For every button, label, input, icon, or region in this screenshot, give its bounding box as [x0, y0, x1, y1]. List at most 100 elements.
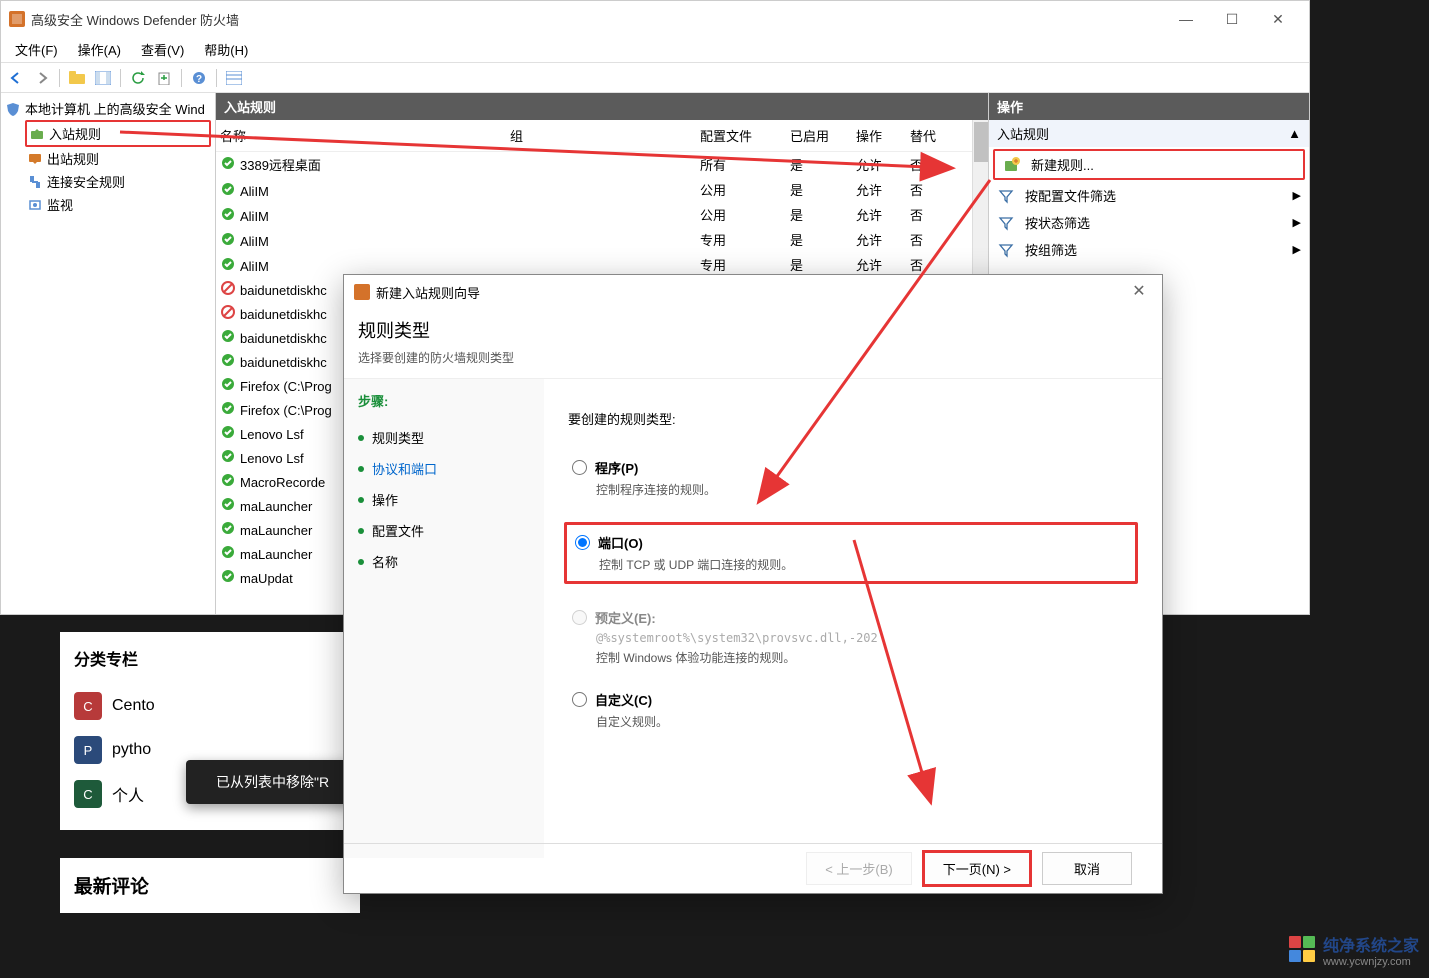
action-item-0[interactable]: 新建规则... — [993, 149, 1305, 180]
rule-name: maUpdat — [240, 571, 293, 586]
radio-desc: 控制 Windows 体验功能连接的规则。 — [596, 649, 1138, 666]
step-1[interactable]: 协议和端口 — [358, 453, 530, 484]
rule-name: AliIM — [240, 184, 269, 199]
tb-help-icon[interactable]: ? — [188, 67, 210, 89]
filter-icon — [997, 187, 1015, 205]
allow-icon — [220, 352, 236, 368]
shield-icon — [5, 101, 21, 117]
radio-label: 预定义(E): — [595, 608, 656, 627]
action-item-1[interactable]: 按配置文件筛选▶ — [989, 182, 1309, 209]
category-item[interactable]: CCento — [74, 684, 346, 728]
rule-name: baidunetdiskhc — [240, 307, 327, 322]
step-dot-icon — [358, 466, 364, 472]
allow-icon — [220, 206, 236, 222]
col-override[interactable]: 替代 — [910, 126, 958, 145]
tree-item-0[interactable]: 入站规则 — [25, 120, 211, 147]
collapse-icon[interactable]: ▲ — [1288, 126, 1301, 141]
rule-enabled: 是 — [790, 180, 856, 199]
col-name[interactable]: 名称 — [220, 126, 510, 145]
tree-item-1[interactable]: 出站规则 — [25, 147, 211, 170]
rule-name: AliIM — [240, 259, 269, 274]
tree-pane: 本地计算机 上的高级安全 Wind 入站规则出站规则连接安全规则监视 — [1, 93, 216, 614]
tree-root-item[interactable]: 本地计算机 上的高级安全 Wind — [5, 97, 211, 120]
tree-item-3[interactable]: 监视 — [25, 193, 211, 216]
rules-columns-header: 名称 组 配置文件 已启用 操作 替代 — [216, 120, 972, 152]
tb-panes-icon[interactable] — [92, 67, 114, 89]
actions-section-label: 入站规则 — [997, 124, 1049, 143]
block-icon — [220, 280, 236, 296]
tree-icon — [27, 151, 43, 167]
allow-icon — [220, 424, 236, 440]
rule-name: maLauncher — [240, 523, 312, 538]
radio-option-port[interactable]: 端口(O)控制 TCP 或 UDP 端口连接的规则。 — [564, 522, 1138, 584]
radio-option-program[interactable]: 程序(P)控制程序连接的规则。 — [572, 458, 1138, 498]
col-action[interactable]: 操作 — [856, 126, 910, 145]
rule-name: maLauncher — [240, 499, 312, 514]
tb-folder-icon[interactable] — [66, 67, 88, 89]
step-3[interactable]: 配置文件 — [358, 515, 530, 546]
menu-view[interactable]: 查看(V) — [131, 37, 194, 62]
tree-icon — [27, 197, 43, 213]
tb-list-icon[interactable] — [223, 67, 245, 89]
radio-custom[interactable] — [572, 692, 587, 707]
wizard-header: 规则类型 选择要创建的防火墙规则类型 — [344, 309, 1162, 378]
tree-item-label: 出站规则 — [47, 149, 99, 168]
rule-name: Firefox (C:\Prog — [240, 379, 332, 394]
menu-help[interactable]: 帮助(H) — [194, 37, 258, 62]
tb-refresh-icon[interactable] — [127, 67, 149, 89]
radio-option-custom[interactable]: 自定义(C)自定义规则。 — [572, 690, 1138, 730]
menu-file[interactable]: 文件(F) — [5, 37, 68, 62]
rule-action: 允许 — [856, 230, 910, 249]
wizard-title-text: 新建入站规则向导 — [376, 283, 480, 302]
step-dot-icon — [358, 497, 364, 503]
allow-icon — [220, 496, 236, 512]
radio-program[interactable] — [572, 460, 587, 475]
action-item-3[interactable]: 按组筛选▶ — [989, 236, 1309, 263]
wizard-steps: 步骤: 规则类型协议和端口操作配置文件名称 — [344, 378, 544, 858]
step-label: 规则类型 — [372, 428, 424, 447]
step-dot-icon — [358, 559, 364, 565]
cancel-button[interactable]: 取消 — [1042, 852, 1132, 885]
rule-profile: 专用 — [700, 255, 790, 274]
tree-icon — [27, 174, 43, 190]
rule-row[interactable]: AliIM公用是允许否 — [216, 177, 972, 202]
wizard-close-button[interactable]: ✕ — [1124, 281, 1154, 301]
radio-port[interactable] — [575, 535, 590, 550]
rule-profile: 专用 — [700, 230, 790, 249]
rule-action: 允许 — [856, 180, 910, 199]
rule-row[interactable]: AliIM公用是允许否 — [216, 202, 972, 227]
close-button[interactable]: ✕ — [1255, 1, 1301, 37]
tree-item-2[interactable]: 连接安全规则 — [25, 170, 211, 193]
next-button[interactable]: 下一页(N) > — [922, 850, 1032, 887]
col-enabled[interactable]: 已启用 — [790, 126, 856, 145]
tree-item-label: 入站规则 — [49, 124, 101, 143]
filter-icon — [997, 241, 1015, 259]
col-group[interactable]: 组 — [510, 126, 700, 145]
toolbar: ? — [1, 63, 1309, 93]
rule-profile: 公用 — [700, 180, 790, 199]
menu-action[interactable]: 操作(A) — [68, 37, 131, 62]
category-title: 分类专栏 — [74, 646, 346, 670]
block-icon — [220, 304, 236, 320]
step-0[interactable]: 规则类型 — [358, 422, 530, 453]
forward-button[interactable] — [31, 67, 53, 89]
action-item-2[interactable]: 按状态筛选▶ — [989, 209, 1309, 236]
maximize-button[interactable]: ☐ — [1209, 1, 1255, 37]
step-4[interactable]: 名称 — [358, 546, 530, 577]
col-profile[interactable]: 配置文件 — [700, 126, 790, 145]
filter-icon — [997, 214, 1015, 232]
rule-row[interactable]: 3389远程桌面所有是允许否 — [216, 152, 972, 177]
wizard-titlebar: 新建入站规则向导 ✕ — [344, 275, 1162, 309]
step-label: 操作 — [372, 490, 398, 509]
tb-export-icon[interactable] — [153, 67, 175, 89]
back-button[interactable] — [5, 67, 27, 89]
tree-root-label: 本地计算机 上的高级安全 Wind — [25, 99, 205, 118]
rule-enabled: 是 — [790, 155, 856, 174]
minimize-button[interactable]: — — [1163, 1, 1209, 37]
rule-override: 否 — [910, 230, 958, 249]
submenu-arrow-icon: ▶ — [1293, 189, 1301, 202]
step-2[interactable]: 操作 — [358, 484, 530, 515]
wizard-heading: 规则类型 — [358, 317, 1148, 343]
rule-row[interactable]: AliIM专用是允许否 — [216, 227, 972, 252]
step-dot-icon — [358, 435, 364, 441]
